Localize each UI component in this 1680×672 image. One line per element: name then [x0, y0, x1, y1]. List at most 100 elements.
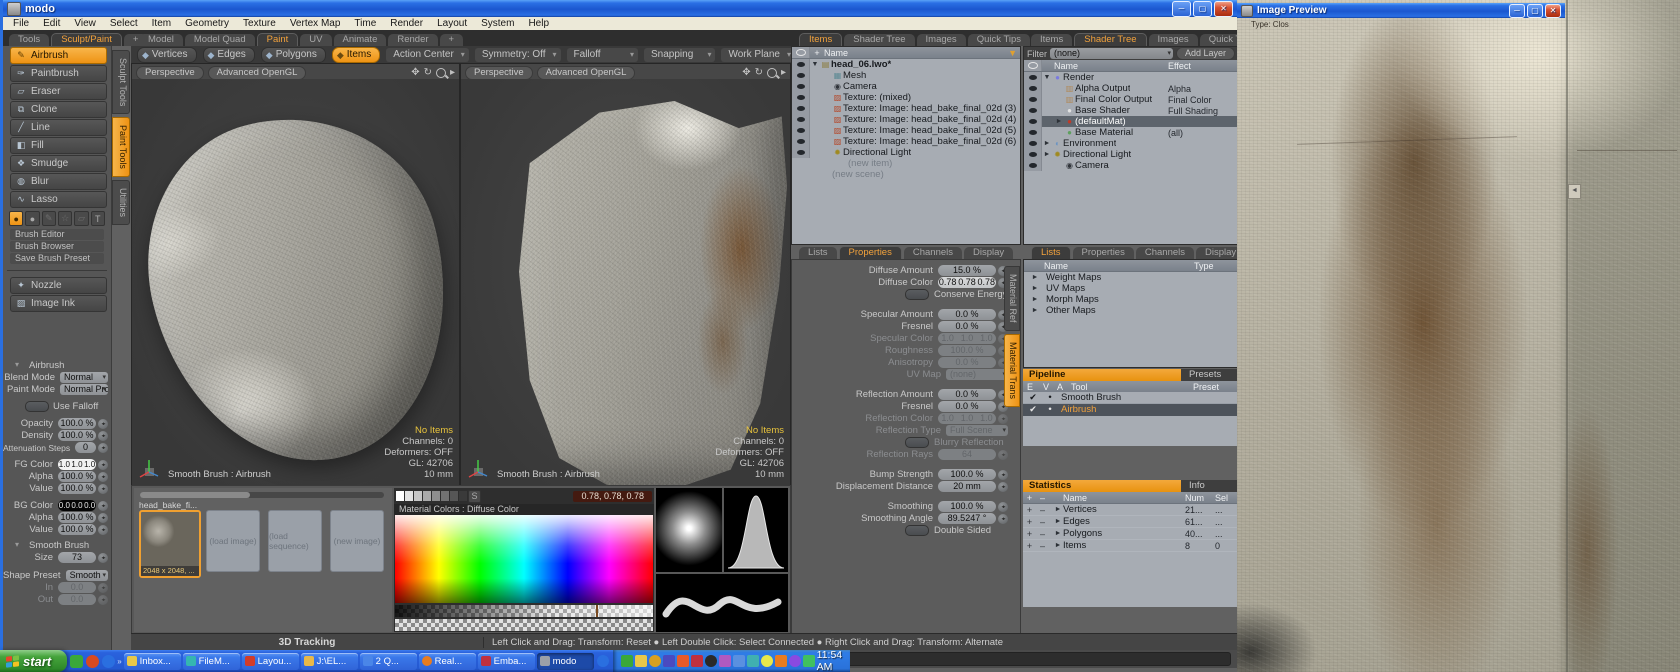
specular-amount-field[interactable]: 0.0 % — [938, 309, 996, 320]
viewport-right[interactable]: Perspective Advanced OpenGL ✥ ↻ ▸ — [460, 63, 791, 487]
panel-tab[interactable]: Channels — [1136, 247, 1194, 259]
visibility-eye-icon[interactable] — [792, 147, 810, 158]
opengl-pill[interactable]: Advanced OpenGL — [208, 66, 307, 80]
spinner-icon[interactable] — [98, 460, 108, 470]
bump-strength-field[interactable]: 100.0 % — [938, 469, 996, 480]
brush-profile-preview[interactable] — [724, 488, 788, 572]
menu-item[interactable]: Time — [354, 18, 376, 29]
map-group-row[interactable]: Weight Maps — [1024, 272, 1238, 283]
viewport-tab[interactable]: Animate — [334, 34, 387, 46]
edges-button[interactable]: Edges — [203, 47, 255, 63]
tray-icon[interactable] — [733, 655, 745, 667]
item-row[interactable]: ✹ Directional Light — [792, 147, 1020, 158]
map-group-row[interactable]: UV Maps — [1024, 283, 1238, 294]
spinner-icon[interactable] — [98, 431, 108, 441]
menu-item[interactable]: Layout — [437, 18, 467, 29]
shader-row[interactable]: ● (defaultMat) — [1024, 116, 1238, 127]
material-tab[interactable]: Material Ref — [1004, 266, 1020, 331]
paint-tool-button[interactable]: ✑ Paintbrush — [10, 65, 107, 82]
tool-category-tab[interactable]: Sculpt Tools — [112, 50, 130, 114]
modo-titlebar[interactable]: modo — [3, 0, 1237, 17]
viewport-canvas[interactable]: Smooth Brush : Airbrush No Items Channel… — [132, 79, 459, 486]
spinner-icon[interactable] — [998, 482, 1008, 492]
menu-item[interactable]: Help — [528, 18, 549, 29]
maximize-button[interactable] — [1527, 4, 1543, 18]
color-swatch[interactable] — [459, 491, 467, 501]
preview-titlebar[interactable]: Image Preview — [1237, 3, 1565, 18]
paint-tool-button[interactable]: ◍ Blur — [10, 173, 107, 190]
brush-link-button[interactable]: Save Brush Preset — [10, 253, 104, 264]
taskbar-app-button[interactable]: FileM... — [183, 653, 240, 670]
paint-tool-button[interactable]: ▱ Eraser — [10, 83, 107, 100]
displacement-distance-field[interactable]: 20 mm — [938, 481, 996, 492]
image-placeholder-button[interactable]: (load sequence) — [268, 510, 322, 572]
visibility-eye-icon[interactable] — [792, 103, 810, 114]
attenuation-field[interactable]: 0 — [75, 442, 96, 453]
panel-tab[interactable]: Quick Tips — [968, 34, 1030, 46]
spinner-icon[interactable] — [998, 470, 1008, 480]
visibility-eye-icon[interactable] — [1024, 149, 1042, 160]
fg-alpha-field[interactable]: 100.0 % — [58, 471, 96, 482]
viewport-canvas[interactable]: Smooth Brush : Airbrush No Items Channel… — [461, 79, 790, 486]
taskbar-app-button[interactable]: modo — [537, 653, 594, 670]
minimize-button[interactable] — [1509, 4, 1525, 18]
reflection-fresnel-field[interactable]: 0.0 % — [938, 401, 996, 412]
close-button[interactable] — [1545, 4, 1561, 18]
visibility-eye-icon[interactable] — [1024, 94, 1042, 105]
taskbar-app-button[interactable]: J:\EL... — [301, 653, 358, 670]
paint-tool-button[interactable]: ╱ Line — [10, 119, 107, 136]
spinner-icon[interactable] — [98, 553, 108, 563]
shader-row[interactable]: ▥ Alpha Output Alpha — [1024, 83, 1238, 94]
pipeline-row[interactable]: Airbrush — [1023, 404, 1237, 416]
statistics-row[interactable]: + – ► Edges 61... ... — [1023, 516, 1237, 528]
symmetry-dropdown[interactable]: Symmetry: Off — [475, 48, 561, 62]
panel-tab[interactable]: Lists — [799, 247, 837, 259]
remove-selection-icon[interactable]: – — [1036, 505, 1049, 515]
shader-row[interactable]: ● Render — [1024, 72, 1238, 83]
blend-mode-dropdown[interactable]: Normal — [60, 372, 108, 383]
spinner-icon[interactable] — [98, 513, 108, 523]
rotate-icon[interactable]: ↻ — [755, 67, 763, 78]
taskbar-app-button[interactable]: Real... — [419, 653, 476, 670]
browser-scrollbar[interactable] — [140, 492, 384, 498]
density-field[interactable]: 100.0 % — [58, 430, 96, 441]
tray-icon[interactable] — [747, 655, 759, 667]
panel-tab[interactable]: Display — [964, 247, 1013, 259]
tray-icon[interactable] — [705, 655, 717, 667]
visibility-eye-icon[interactable] — [792, 114, 810, 125]
vertices-button[interactable]: Vertices — [137, 47, 197, 63]
close-button[interactable] — [1214, 1, 1233, 17]
effect-column-header[interactable]: Effect — [1168, 61, 1238, 71]
tray-icon[interactable] — [663, 655, 675, 667]
smooth-brush-group-header[interactable]: Smooth Brush — [3, 540, 111, 551]
expand-icon[interactable] — [810, 61, 820, 68]
extra-tool-button[interactable]: ▨ Image Ink — [10, 295, 107, 312]
bg-value-field[interactable]: 100.0 % — [58, 524, 96, 535]
spinner-icon[interactable] — [98, 443, 108, 453]
opengl-pill[interactable]: Advanced OpenGL — [537, 66, 636, 80]
statistics-header[interactable]: Statistics — [1023, 480, 1181, 492]
panel-tab[interactable]: Shader Tree — [1074, 33, 1146, 46]
shader-row[interactable]: ● Base Shader Full Shading — [1024, 105, 1238, 116]
perspective-pill[interactable]: Perspective — [465, 66, 533, 80]
tool-category-tab[interactable]: Utilities — [112, 180, 130, 225]
quick-launch-icon[interactable] — [86, 655, 99, 668]
shape-preset-dropdown[interactable]: Smooth — [66, 570, 108, 581]
items-button[interactable]: Items — [332, 47, 380, 63]
shader-filter-dropdown[interactable]: (none) — [1050, 48, 1173, 59]
menu-item[interactable]: Vertex Map — [290, 18, 341, 29]
menu-item[interactable]: Item — [152, 18, 171, 29]
map-group-row[interactable]: Morph Maps — [1024, 294, 1238, 305]
sel-column-header[interactable]: Sel — [1215, 493, 1237, 503]
enabled-check-icon[interactable] — [1027, 392, 1039, 403]
expand-icon[interactable] — [1042, 140, 1052, 147]
tray-icon[interactable] — [621, 655, 633, 667]
name-column-header[interactable]: Name — [1054, 61, 1168, 71]
shader-row[interactable]: ▥ Final Color Output Final Color — [1024, 94, 1238, 105]
expand-icon[interactable] — [1030, 285, 1040, 292]
expand-icon[interactable]: ► — [1053, 530, 1063, 537]
viewport-tab[interactable]: Paint — [257, 33, 299, 46]
hue-saturation-field[interactable] — [395, 515, 653, 603]
spinner-icon[interactable] — [98, 472, 108, 482]
double-sided-checkbox[interactable] — [905, 525, 929, 536]
